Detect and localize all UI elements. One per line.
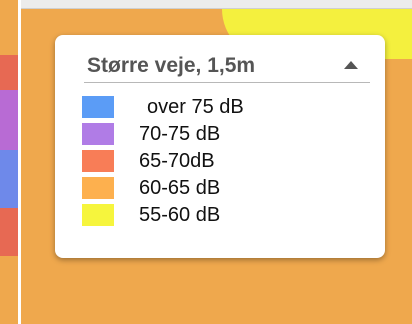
legend-label: 70-75 dB xyxy=(139,123,221,145)
legend-label: 55-60 dB xyxy=(139,204,221,226)
legend-header[interactable]: Større veje, 1,5m xyxy=(84,49,370,83)
legend-label: 60-65 dB xyxy=(139,177,221,199)
map-top-border xyxy=(21,0,412,9)
color-swatch xyxy=(82,204,114,226)
color-swatch xyxy=(82,150,114,172)
left-map-blue-zone xyxy=(0,150,18,208)
left-map-panel[interactable] xyxy=(0,0,18,324)
left-map-purple-zone xyxy=(0,90,18,150)
left-map-red-zone xyxy=(0,55,18,90)
collapse-triangle-icon[interactable] xyxy=(344,61,358,69)
color-swatch xyxy=(82,177,114,199)
legend-label: over 75 dB xyxy=(147,96,244,118)
left-map-red-zone-lower xyxy=(0,208,18,256)
legend-title: Større veje, 1,5m xyxy=(87,54,256,77)
color-swatch xyxy=(82,96,114,118)
legend-panel: Større veje, 1,5m over 75 dB 70-75 dB 65… xyxy=(55,35,385,258)
legend-label: 65-70dB xyxy=(139,150,215,172)
color-swatch xyxy=(82,123,114,145)
